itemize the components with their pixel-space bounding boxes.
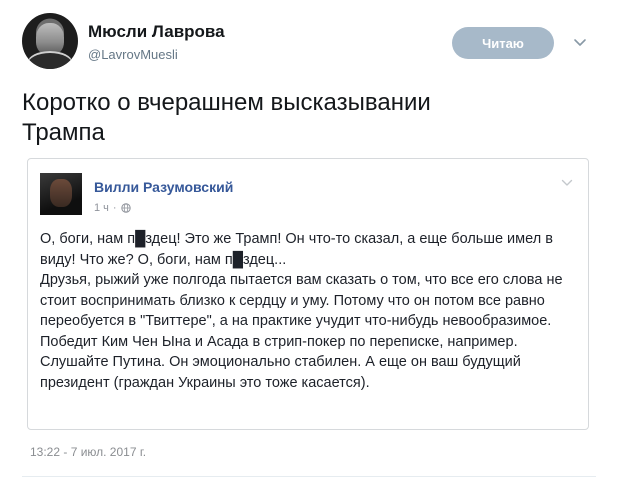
embedded-post-paragraph: Друзья, рыжий уже полгода пытается вам с… [40,272,563,350]
embedded-post-time: 1 ч [94,202,109,214]
embedded-post-paragraph: О, боги, нам п█здец! Это же Трамп! Он чт… [40,231,553,268]
author-handle[interactable]: @LavrovMuesli [88,47,178,62]
embedded-post-author: Вилли Разумовский [94,179,234,195]
author-display-name[interactable]: Мюсли Лаврова [88,22,225,42]
chevron-down-icon [561,179,573,186]
embedded-post-screenshot[interactable]: Вилли Разумовский 1 ч · О, боги, нам п█з… [27,158,589,430]
follow-button[interactable]: Читаю [452,27,554,59]
avatar[interactable] [22,13,78,69]
embedded-post-body: О, боги, нам п█здец! Это же Трамп! Он чт… [40,229,580,393]
tweet-text-line: Коротко о вчерашнем высказывании [22,89,431,116]
tweet-container: Мюсли Лаврова @LavrovMuesli Читаю Коротк… [0,0,618,479]
tweet-timestamp[interactable]: 13:22 - 7 июл. 2017 г. [30,445,146,459]
embedded-post-paragraph: Слушайте Путина. Он эмоционально стабиле… [40,354,521,391]
divider [22,476,596,477]
chevron-down-icon[interactable] [573,38,587,48]
tweet-text: Коротко о вчерашнем высказывании Трампа [22,88,582,148]
tweet-text-line: Трампа [22,119,105,146]
globe-icon [120,203,131,213]
embedded-post-avatar [40,173,82,215]
embedded-post-meta: 1 ч · [94,202,131,214]
meta-separator: · [112,202,117,214]
